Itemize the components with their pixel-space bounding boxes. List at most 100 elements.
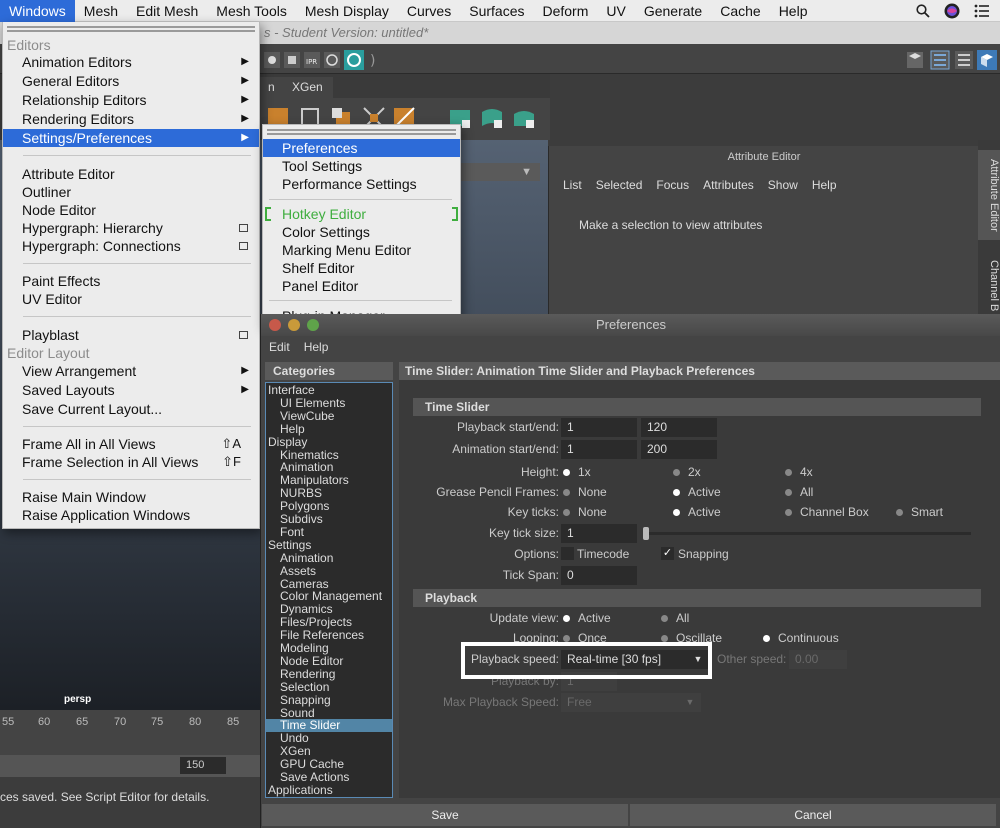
other-speed-field[interactable]: 0.00 xyxy=(789,650,847,669)
prefs-menu-edit[interactable]: Edit xyxy=(269,340,290,354)
submenu-item-panel-editor[interactable]: Panel Editor xyxy=(263,277,460,295)
attr-menu-show[interactable]: Show xyxy=(768,178,798,192)
menu-windows[interactable]: Windows xyxy=(0,0,75,22)
option-box-icon[interactable] xyxy=(239,331,248,339)
menu-mesh[interactable]: Mesh xyxy=(75,0,127,22)
timecode-checkbox[interactable] xyxy=(561,547,574,560)
update-view-radio-all[interactable]: All xyxy=(661,611,689,625)
playback-end-field[interactable]: 120 xyxy=(641,418,717,437)
shelf-tool-icon[interactable] xyxy=(510,104,538,132)
category-item[interactable]: Assets xyxy=(266,564,392,578)
menu-mesh-tools[interactable]: Mesh Tools xyxy=(207,0,296,22)
height-radio-1x[interactable]: 1x xyxy=(563,465,591,479)
spotlight-search-icon[interactable] xyxy=(916,4,930,18)
menu-mesh-display[interactable]: Mesh Display xyxy=(296,0,398,22)
menu-item-raise-main-window[interactable]: Raise Main Window xyxy=(3,488,259,506)
menu-item-relationship-editors[interactable]: Relationship Editors ▶ xyxy=(3,91,259,109)
category-item[interactable]: Font xyxy=(266,525,392,539)
key-tick-size-field[interactable]: 1 xyxy=(561,524,637,543)
menu-item-rendering-editors[interactable]: Rendering Editors ▶ xyxy=(3,110,259,128)
animation-start-field[interactable]: 1 xyxy=(561,440,637,459)
option-box-icon[interactable] xyxy=(239,242,248,250)
close-window-icon[interactable] xyxy=(269,319,281,331)
submenu-item-marking-menu-editor[interactable]: Marking Menu Editor xyxy=(263,241,460,259)
update-view-radio-active[interactable]: Active xyxy=(563,611,611,625)
menu-item-outliner[interactable]: Outliner xyxy=(3,183,259,201)
key-ticks-radio-none[interactable]: None xyxy=(563,505,607,519)
shelf-tool-icon[interactable] xyxy=(478,104,506,132)
side-tab-attribute-editor[interactable]: Attribute Editor xyxy=(978,150,1000,240)
siri-icon[interactable] xyxy=(944,3,960,19)
side-tab-channel-box[interactable]: Channel B xyxy=(978,258,1000,314)
menu-surfaces[interactable]: Surfaces xyxy=(460,0,533,22)
grease-radio-active[interactable]: Active xyxy=(673,485,721,499)
notification-center-icon[interactable] xyxy=(974,4,990,18)
layout-icons[interactable] xyxy=(905,48,997,72)
attr-menu-selected[interactable]: Selected xyxy=(596,178,643,192)
menu-item-animation-editors[interactable]: Animation Editors ▶ xyxy=(3,53,259,71)
section-time-slider[interactable]: Time Slider xyxy=(413,398,981,416)
submenu-item-tool-settings[interactable]: Tool Settings xyxy=(263,157,460,175)
menu-item-hypergraph-connections[interactable]: Hypergraph: Connections xyxy=(3,237,259,255)
grease-radio-none[interactable]: None xyxy=(563,485,607,499)
key-ticks-radio-smart[interactable]: Smart xyxy=(896,505,943,519)
shelf-tab-xgen[interactable]: XGen xyxy=(282,77,333,98)
category-item[interactable]: Settings xyxy=(266,538,392,552)
menu-item-attribute-editor[interactable]: Attribute Editor xyxy=(3,165,259,183)
menu-item-raise-application-windows[interactable]: Raise Application Windows xyxy=(3,506,259,524)
category-item[interactable]: Animation xyxy=(266,551,392,565)
snapping-checkbox[interactable]: ✓ xyxy=(661,547,674,560)
menu-item-general-editors[interactable]: General Editors ▶ xyxy=(3,72,259,90)
menu-item-saved-layouts[interactable]: Saved Layouts ▶ xyxy=(3,381,259,399)
menu-item-playblast[interactable]: Playblast xyxy=(3,326,259,344)
category-item[interactable]: Rendering xyxy=(266,667,392,681)
submenu-item-color-settings[interactable]: Color Settings xyxy=(263,223,460,241)
menu-item-hypergraph-hierarchy[interactable]: Hypergraph: Hierarchy xyxy=(3,219,259,237)
menu-generate[interactable]: Generate xyxy=(635,0,711,22)
category-item[interactable]: ViewCube xyxy=(266,409,392,423)
max-playback-speed-dropdown[interactable]: Free ▼ xyxy=(561,693,701,712)
cancel-button[interactable]: Cancel xyxy=(630,804,996,826)
slider-handle[interactable] xyxy=(643,527,649,540)
menu-item-frame-selection[interactable]: Frame Selection in All Views ⇧F xyxy=(3,453,259,471)
category-item[interactable]: Display xyxy=(266,435,392,449)
tick-span-field[interactable]: 0 xyxy=(561,566,637,585)
menu-help[interactable]: Help xyxy=(770,0,817,22)
category-item[interactable]: Applications xyxy=(266,783,392,797)
tear-off-handle[interactable] xyxy=(267,129,456,135)
playback-start-field[interactable]: 1 xyxy=(561,418,637,437)
submenu-item-shelf-editor[interactable]: Shelf Editor xyxy=(263,259,460,277)
shelf-tab-partial[interactable]: n xyxy=(258,77,285,98)
grease-radio-all[interactable]: All xyxy=(785,485,813,499)
menu-curves[interactable]: Curves xyxy=(398,0,460,22)
range-end-field[interactable]: 150 xyxy=(180,757,226,774)
category-item[interactable]: UI Elements xyxy=(266,396,392,410)
animation-end-field[interactable]: 200 xyxy=(641,440,717,459)
menu-deform[interactable]: Deform xyxy=(533,0,597,22)
option-box-icon[interactable] xyxy=(239,224,248,232)
looping-radio-continuous[interactable]: Continuous xyxy=(763,631,839,645)
menu-edit-mesh[interactable]: Edit Mesh xyxy=(127,0,207,22)
attr-menu-help[interactable]: Help xyxy=(812,178,837,192)
category-item[interactable]: Help xyxy=(266,422,392,436)
menu-item-node-editor[interactable]: Node Editor xyxy=(3,201,259,219)
height-radio-4x[interactable]: 4x xyxy=(785,465,813,479)
category-item[interactable]: Node Editor xyxy=(266,654,392,668)
attr-menu-list[interactable]: List xyxy=(563,178,582,192)
category-item[interactable]: Snapping xyxy=(266,693,392,707)
menu-item-save-current-layout[interactable]: Save Current Layout... xyxy=(3,400,259,418)
category-item[interactable]: Selection xyxy=(266,680,392,694)
menu-item-settings-preferences[interactable]: Settings/Preferences ▶ xyxy=(3,129,259,147)
menu-item-frame-all[interactable]: Frame All in All Views ⇧A xyxy=(3,435,259,453)
attr-menu-focus[interactable]: Focus xyxy=(656,178,689,192)
section-playback[interactable]: Playback xyxy=(413,589,981,607)
attr-menu-attributes[interactable]: Attributes xyxy=(703,178,754,192)
tear-off-handle[interactable] xyxy=(7,26,255,32)
menu-uv[interactable]: UV xyxy=(597,0,634,22)
minimize-window-icon[interactable] xyxy=(288,319,300,331)
key-ticks-radio-active[interactable]: Active xyxy=(673,505,721,519)
time-slider-bar[interactable]: 55 60 65 70 75 80 85 xyxy=(0,710,260,755)
submenu-item-hotkey-editor[interactable]: Hotkey Editor xyxy=(263,205,460,223)
categories-list[interactable]: Interface UI Elements ViewCube Help Display K… xyxy=(265,382,393,798)
render-tools-icons[interactable]: IPR ) xyxy=(262,49,382,71)
